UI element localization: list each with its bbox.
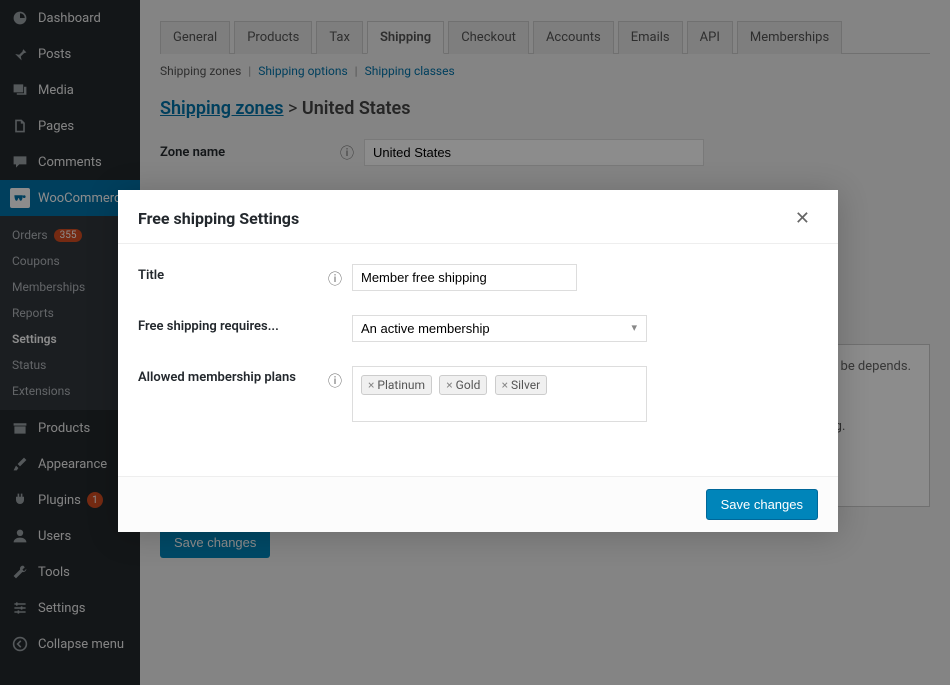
remove-tag-icon[interactable]: × [502,378,508,392]
modal-body: Title ⓘ Free shipping requires... ⓘ An a… [118,244,838,476]
remove-tag-icon[interactable]: × [368,378,374,392]
title-input[interactable] [352,264,577,291]
help-icon[interactable]: ⓘ [328,264,342,289]
remove-tag-icon[interactable]: × [446,378,452,392]
modal-footer: Save changes [118,476,838,532]
requires-row: Free shipping requires... ⓘ An active me… [138,315,818,342]
requires-label: Free shipping requires... [138,315,328,334]
plans-row: Allowed membership plans ⓘ ×Platinum ×Go… [138,366,818,422]
plans-label: Allowed membership plans [138,366,328,385]
modal-title: Free shipping Settings [138,209,299,228]
plans-tag-input[interactable]: ×Platinum ×Gold ×Silver [352,366,647,422]
title-row: Title ⓘ [138,264,818,291]
plan-tag: ×Platinum [361,375,432,395]
plan-tag: ×Silver [495,375,548,395]
modal-header: Free shipping Settings ✕ [118,190,838,244]
requires-select[interactable]: An active membership [352,315,647,342]
title-label: Title [138,264,328,283]
plan-tag: ×Gold [439,375,487,395]
free-shipping-settings-modal: Free shipping Settings ✕ Title ⓘ Free sh… [118,190,838,532]
modal-close-button[interactable]: ✕ [787,204,818,233]
help-icon[interactable]: ⓘ [328,366,342,391]
modal-save-button[interactable]: Save changes [706,489,818,520]
